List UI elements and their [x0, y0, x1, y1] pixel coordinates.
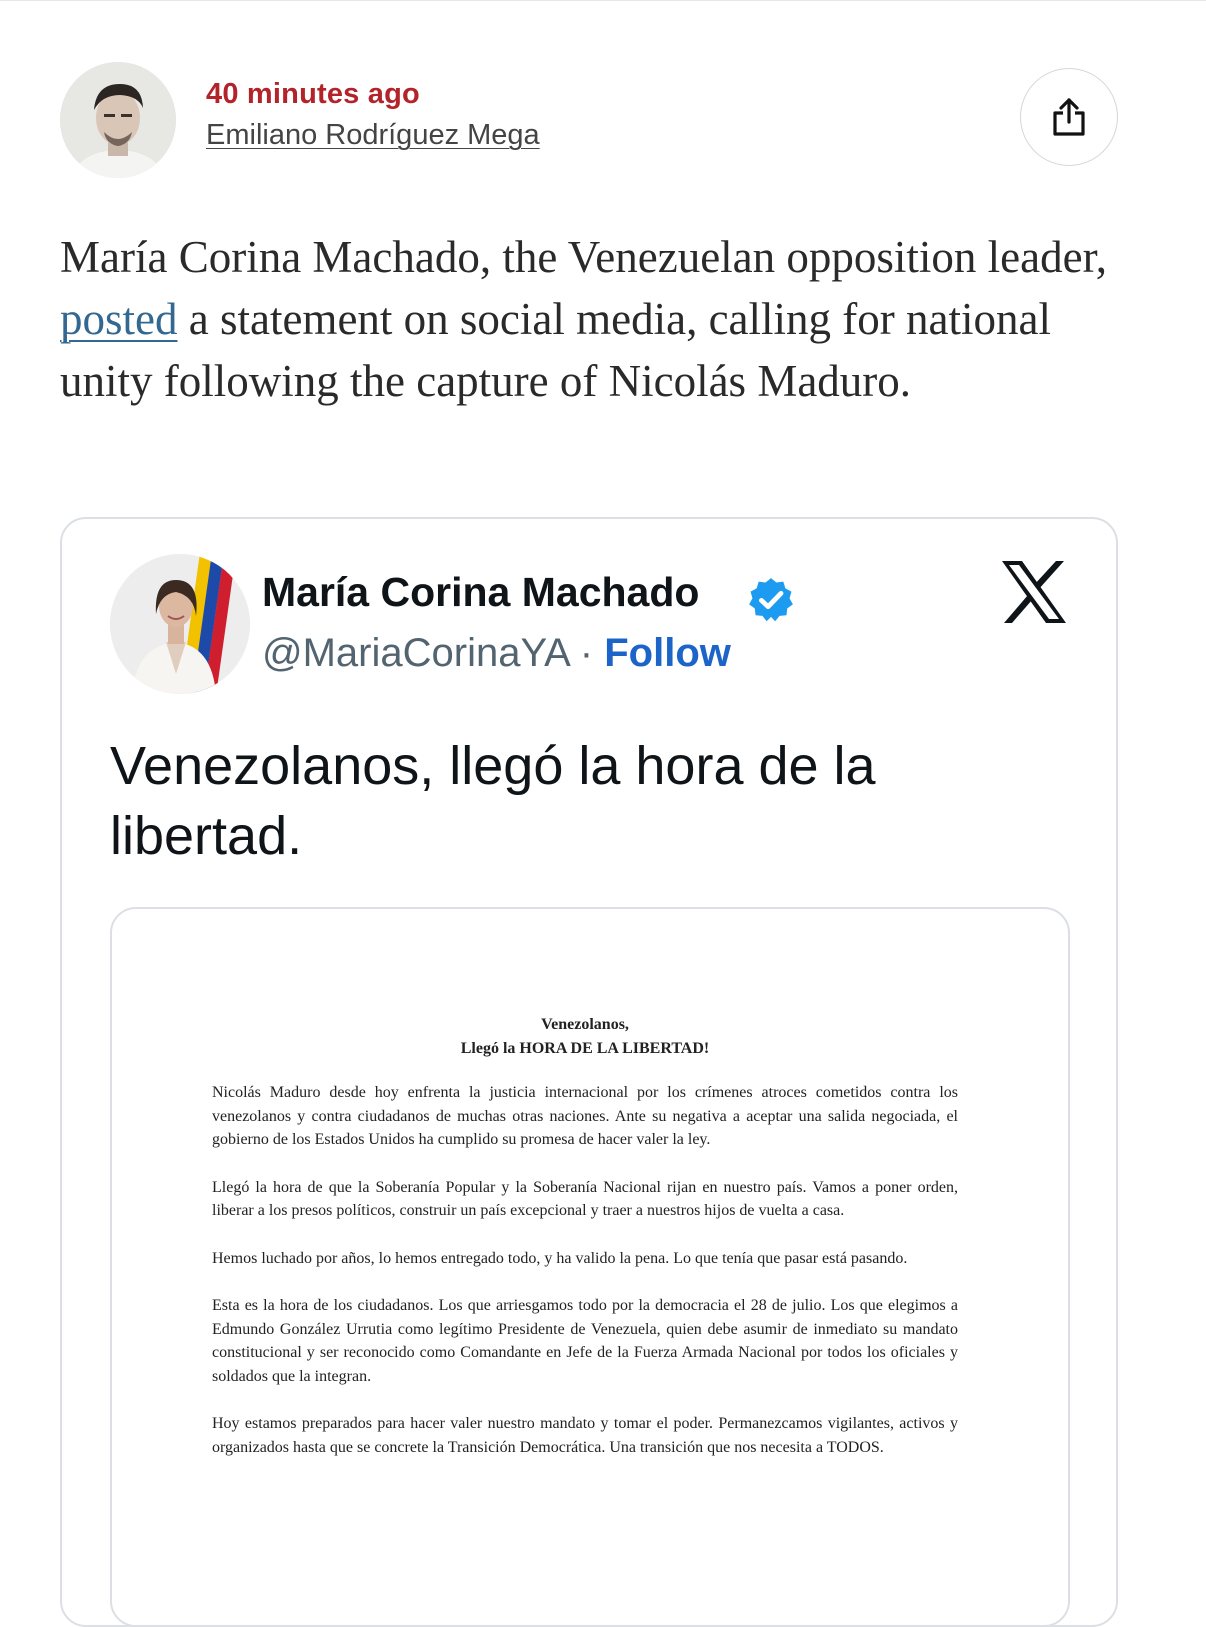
- embedded-tweet-card[interactable]: María Corina Machado @MariaCorinaYA · Fo…: [60, 517, 1118, 1627]
- author-name-link[interactable]: Emiliano Rodríguez Mega: [206, 119, 540, 152]
- summary-text-end: a statement on social media, calling for…: [60, 294, 1051, 406]
- tweet-handle[interactable]: @MariaCorinaYA: [262, 631, 569, 675]
- document-paragraph: Hemos luchado por años, lo hemos entrega…: [212, 1249, 908, 1267]
- document-heading-line2: Llegó la HORA DE LA LIBERTAD!: [460, 1040, 710, 1057]
- posted-link[interactable]: posted: [60, 294, 178, 344]
- byline: 40 minutes ago Emiliano Rodríguez Mega: [60, 62, 1146, 178]
- document-heading: Venezolanos, Llegó la HORA DE LA LIBERTA…: [212, 1013, 958, 1061]
- verified-badge-icon: [749, 578, 793, 622]
- follow-button[interactable]: Follow: [604, 631, 731, 675]
- tweet-author-photo: [110, 554, 250, 694]
- tweet-media-image[interactable]: Venezolanos, Llegó la HORA DE LA LIBERTA…: [110, 907, 1070, 1627]
- top-divider: [0, 0, 1206, 1]
- document-paragraph: Nicolás Maduro desde hoy enfrenta la jus…: [212, 1084, 958, 1148]
- x-logo-icon[interactable]: [1000, 559, 1068, 625]
- tweet-handle-row: @MariaCorinaYA · Follow: [262, 631, 731, 676]
- tweet-text: Venezolanos, llegó la hora de la liberta…: [110, 736, 876, 866]
- summary-text-start: María Corina Machado, the Venezuelan opp…: [60, 232, 1108, 282]
- handle-separator: ·: [579, 631, 594, 675]
- share-button[interactable]: [1020, 68, 1118, 166]
- post-summary: María Corina Machado, the Venezuelan opp…: [60, 226, 1150, 412]
- document-paragraph: Hoy estamos preparados para hacer valer …: [212, 1415, 958, 1456]
- document-paragraph: Esta es la hora de los ciudadanos. Los q…: [212, 1297, 958, 1385]
- share-icon: [1053, 98, 1085, 136]
- tweet-author-avatar[interactable]: [110, 554, 250, 694]
- author-photo: [60, 62, 176, 178]
- tweet-display-name[interactable]: María Corina Machado: [262, 569, 699, 616]
- author-avatar[interactable]: [60, 62, 176, 178]
- statement-document: Venezolanos, Llegó la HORA DE LA LIBERTA…: [212, 1013, 958, 1483]
- document-heading-line1: Venezolanos,: [541, 1016, 629, 1033]
- document-paragraph: Llegó la hora de que la Soberanía Popula…: [212, 1178, 958, 1220]
- timestamp: 40 minutes ago: [206, 78, 420, 110]
